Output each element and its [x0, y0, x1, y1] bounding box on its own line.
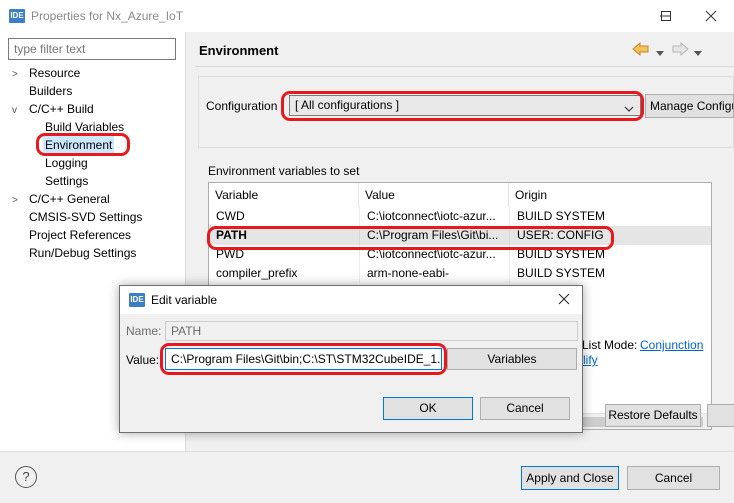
highlight-environment [36, 133, 130, 156]
modify-link[interactable]: lify [583, 353, 598, 367]
dialog-titlebar: IDE Edit variable [120, 286, 582, 314]
filter-input[interactable] [8, 38, 176, 60]
tree-item-run-debug[interactable]: Run/Debug Settings [29, 244, 136, 262]
dialog-cancel-button[interactable]: Cancel [480, 397, 570, 420]
button-label: Cancel [506, 401, 544, 415]
cell-value: arm-none-eabi- [359, 264, 509, 283]
ide-logo-icon: IDE [129, 293, 145, 307]
value-label: Value: [126, 353, 160, 367]
highlight-path-row [207, 226, 614, 250]
configuration-label: Configuration [206, 99, 278, 113]
help-icon[interactable]: ? [15, 466, 37, 488]
highlight-value-field [160, 343, 447, 375]
tree-item-project-references[interactable]: Project References [29, 226, 131, 244]
footer-bar [0, 451, 734, 503]
tree-item-label: Build Variables [45, 120, 125, 134]
table-row[interactable]: compiler_prefix arm-none-eabi- BUILD SYS… [209, 264, 711, 283]
button-label: Cancel [654, 471, 693, 485]
tree-item-label: C/C++ General [29, 192, 110, 206]
cancel-button[interactable]: Cancel [627, 466, 720, 490]
expand-icon[interactable]: > [12, 69, 18, 80]
cell-value: C:\iotconnect\iotc-azur... [359, 207, 509, 226]
chevron-down-icon [694, 51, 702, 56]
column-header-value[interactable]: Value [359, 183, 509, 207]
back-button[interactable] [632, 41, 650, 59]
name-field: PATH [165, 321, 578, 341]
tree-item-label: Project References [29, 228, 132, 242]
forward-button[interactable] [671, 41, 689, 59]
tree-item-cpp-general[interactable]: > C/C++ General [12, 190, 110, 208]
header-divider [195, 66, 734, 67]
button-label: Restore Defaults [608, 408, 698, 422]
back-menu-button[interactable] [656, 46, 664, 60]
tree-item-label: C/C++ Build [29, 102, 94, 116]
cell-variable: compiler_prefix [216, 266, 298, 280]
close-icon [558, 293, 570, 305]
tree-item-cmsis-svd[interactable]: CMSIS-SVD Settings [29, 208, 142, 226]
button-label: Manage Configu [650, 99, 734, 113]
apply-and-close-button[interactable]: Apply and Close [521, 466, 619, 490]
arrow-right-icon [672, 41, 689, 57]
maximize-icon [661, 11, 671, 21]
ide-logo-icon: IDE [9, 9, 25, 23]
close-icon [705, 10, 717, 22]
column-header-variable[interactable]: Variable [209, 183, 359, 207]
apply-button-partial[interactable] [707, 404, 734, 427]
manage-configurations-button[interactable]: Manage Configu [645, 94, 734, 118]
tree-item-logging[interactable]: Logging [45, 154, 88, 172]
window-title: Properties for Nx_Azure_IoT [31, 9, 184, 23]
chevron-down-icon [656, 51, 664, 56]
tree-item-label: Builders [29, 84, 73, 98]
page-title: Environment [199, 43, 279, 58]
variables-button[interactable]: Variables [447, 348, 577, 370]
tree-item-settings[interactable]: Settings [45, 172, 88, 190]
maximize-button[interactable] [646, 0, 686, 32]
ok-button[interactable]: OK [383, 397, 473, 420]
column-header-origin[interactable]: Origin [509, 183, 711, 207]
edit-variable-dialog: IDE Edit variable Name: PATH Value: C:\P… [119, 285, 583, 433]
button-label: OK [419, 401, 437, 415]
expand-icon[interactable]: > [12, 195, 18, 206]
close-window-button[interactable] [688, 0, 734, 32]
highlight-configuration [281, 91, 644, 121]
cell-variable: CWD [216, 209, 245, 223]
arrow-left-icon [632, 41, 649, 57]
restore-defaults-button[interactable]: Restore Defaults [605, 404, 701, 427]
list-mode-label: List Mode: [582, 338, 638, 352]
tree-item-builders[interactable]: Builders [29, 82, 72, 100]
forward-menu-button[interactable] [694, 46, 702, 60]
tree-item-label: Settings [45, 174, 89, 188]
tree-item-cpp-build[interactable]: v C/C++ Build [12, 100, 94, 118]
tree-item-label: Logging [45, 156, 88, 170]
conjunction-link[interactable]: Conjunction [640, 338, 703, 352]
tree-item-label: Run/Debug Settings [29, 246, 137, 260]
table-row[interactable]: CWD C:\iotconnect\iotc-azur... BUILD SYS… [209, 207, 711, 226]
button-label: Apply and Close [526, 471, 614, 485]
window-titlebar: IDE Properties for Nx_Azure_IoT [0, 0, 734, 32]
dialog-title: Edit variable [151, 293, 218, 307]
name-label: Name: [126, 324, 162, 338]
button-label: Variables [487, 352, 537, 366]
cell-origin: BUILD SYSTEM [509, 207, 711, 226]
cell-origin: BUILD SYSTEM [509, 264, 711, 283]
tree-item-label: CMSIS-SVD Settings [29, 210, 143, 224]
collapse-icon[interactable]: v [12, 105, 17, 116]
env-section-label: Environment variables to set [208, 164, 360, 178]
dialog-close-button[interactable] [558, 293, 570, 308]
tree-item-label: Resource [29, 66, 81, 80]
tree-item-resource[interactable]: > Resource [12, 64, 80, 82]
